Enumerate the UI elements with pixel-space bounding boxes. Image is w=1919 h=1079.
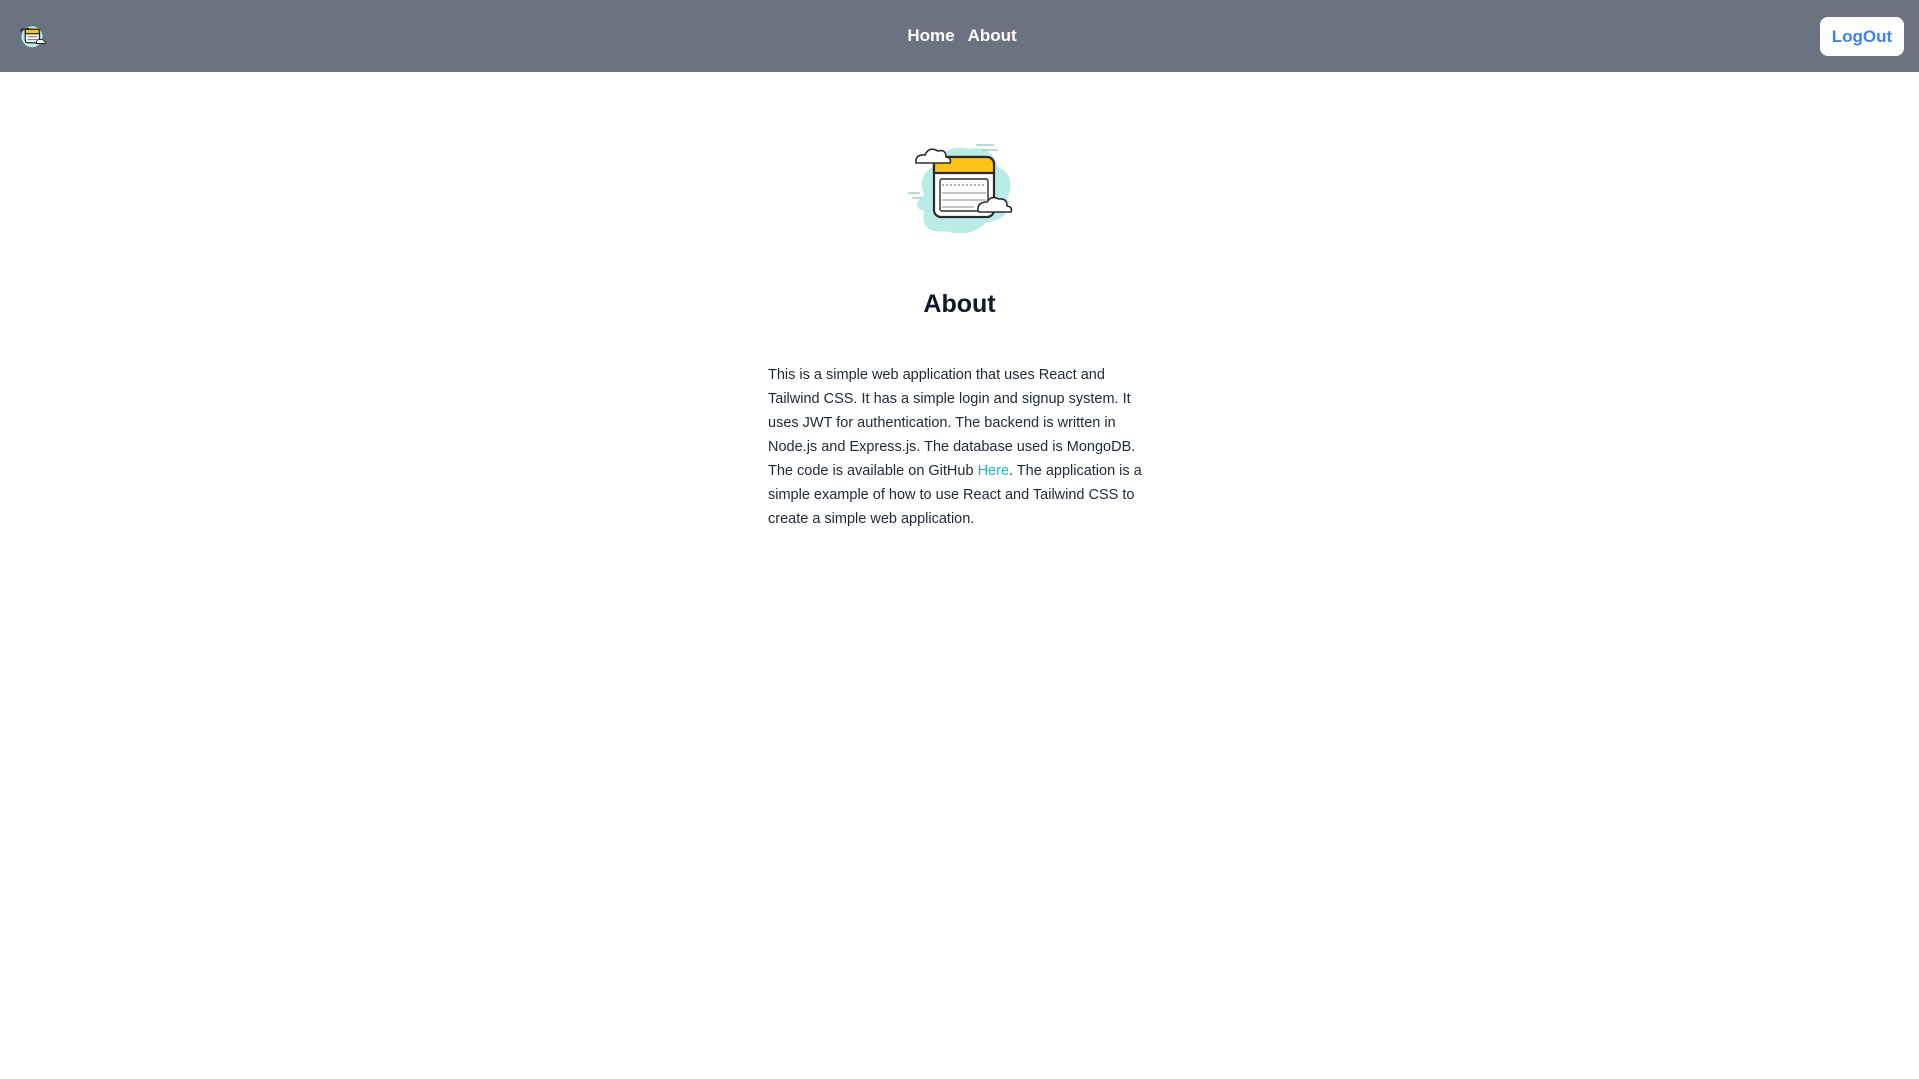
page-title: About bbox=[923, 290, 996, 318]
about-description: This is a simple web application that us… bbox=[768, 363, 1158, 531]
github-link[interactable]: Here bbox=[978, 463, 1009, 479]
nav-link-home[interactable]: Home bbox=[907, 26, 954, 46]
nav-link-about[interactable]: About bbox=[968, 26, 1017, 46]
navbar: Home About LogOut bbox=[0, 0, 1919, 72]
main-nav: Home About bbox=[0, 0, 1919, 72]
clouds-calendar-illustration-icon bbox=[908, 144, 1013, 233]
logout-button[interactable]: LogOut bbox=[1820, 17, 1904, 56]
